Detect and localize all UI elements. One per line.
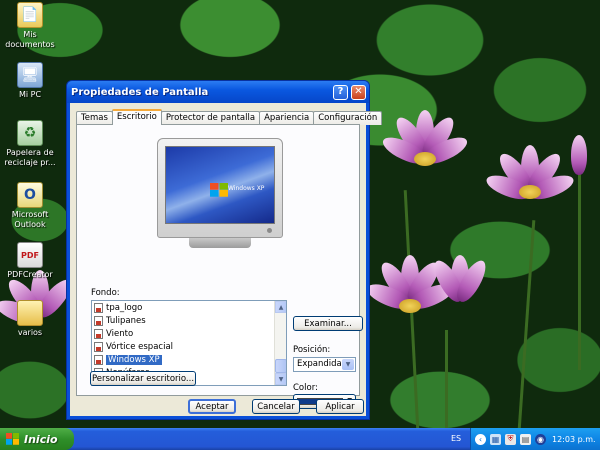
folder-icon	[17, 300, 43, 326]
preview-logo-text: Windows XP	[228, 185, 265, 192]
listbox-scrollbar[interactable]: ▲ ▼	[274, 301, 286, 385]
list-item[interactable]: Viento	[92, 327, 286, 340]
display-properties-window: Propiedades de Pantalla ? ✕ Temas Escrit…	[66, 80, 383, 420]
desktop-icon-papelera[interactable]: ♻ Papelera de reciclaje pr...	[0, 120, 60, 168]
tab-protector-de-pantalla[interactable]: Protector de pantalla	[160, 111, 261, 125]
outlook-icon: O	[17, 182, 43, 208]
antivirus-icon[interactable]: ◉	[535, 433, 546, 445]
windows-logo-icon	[6, 433, 19, 445]
list-item-label: Windows XP	[106, 354, 162, 365]
monitor-preview: Windows XP	[157, 138, 283, 238]
monitor-power-led	[267, 228, 272, 233]
ok-button[interactable]: Aceptar	[188, 399, 236, 414]
start-button[interactable]: Inicio	[0, 428, 74, 450]
list-item[interactable]: Tulipanes	[92, 314, 286, 327]
window-titlebar[interactable]: Propiedades de Pantalla ? ✕	[67, 81, 369, 103]
scroll-down-button[interactable]: ▼	[275, 373, 286, 385]
close-icon: ✕	[354, 86, 363, 97]
list-item-label: tpa_logo	[106, 302, 143, 313]
water-lily-flower	[379, 110, 471, 200]
triangle-down-icon: ▼	[278, 375, 284, 383]
my-computer-icon: 🖥	[17, 62, 43, 88]
dropdown-arrow-icon: ▼	[342, 359, 354, 370]
list-item[interactable]: Vórtice espacial	[92, 340, 286, 353]
printer-icon[interactable]: ▤	[520, 433, 531, 445]
navigation-arrow-icon[interactable]: ‹	[475, 433, 486, 445]
desktop-icon-label: Mi PC	[18, 90, 42, 99]
image-file-icon	[94, 354, 103, 365]
wallpaper-preview-screen: Windows XP	[165, 146, 275, 224]
position-value: Expandida	[297, 359, 342, 369]
image-file-icon	[94, 302, 103, 313]
desktop-icon-mi-pc[interactable]: 🖥 Mi PC	[0, 62, 60, 100]
recycle-bin-icon: ♻	[17, 120, 43, 146]
water-lily-flower	[425, 255, 495, 335]
desktop-icon-label: Papelera de reciclaje pr...	[4, 148, 56, 167]
cancel-button[interactable]: Cancelar	[252, 399, 300, 414]
lily-stem	[578, 170, 581, 370]
desktop-icon-label: varios	[17, 328, 43, 337]
desktop-icon-label: Microsoft Outlook	[11, 210, 49, 229]
language-indicator[interactable]: ES	[451, 434, 461, 443]
network-icon[interactable]: ▦	[490, 433, 501, 445]
list-item-selected[interactable]: Windows XP	[92, 353, 286, 366]
desktop-icon-outlook[interactable]: O Microsoft Outlook	[0, 182, 60, 230]
list-item[interactable]: tpa_logo	[92, 301, 286, 314]
start-label: Inicio	[24, 432, 58, 446]
pdf-creator-icon: PDF	[17, 242, 43, 268]
help-icon: ?	[337, 86, 344, 97]
water-lily-flower	[483, 145, 577, 225]
close-button[interactable]: ✕	[351, 84, 366, 100]
fondo-label: Fondo:	[91, 288, 120, 298]
tab-apariencia[interactable]: Apariencia	[259, 111, 315, 125]
tab-strip: Temas Escritorio Protector de pantalla A…	[76, 109, 383, 125]
desktop-icon-label: Mis documentos	[5, 30, 55, 49]
water-lily-bud	[565, 135, 595, 185]
image-file-icon	[94, 341, 103, 352]
window-title: Propiedades de Pantalla	[71, 86, 209, 98]
desktop-icon-mis-documentos[interactable]: 📄 Mis documentos	[0, 2, 60, 50]
folder-documents-icon: 📄	[17, 2, 43, 28]
escritorio-tab-panel: Windows XP Fondo: tpa_logo Tulipanes Vie…	[76, 124, 363, 409]
tab-escritorio[interactable]: Escritorio	[111, 109, 162, 125]
browse-button[interactable]: Examinar...	[293, 316, 363, 331]
window-client-area: Temas Escritorio Protector de pantalla A…	[70, 103, 383, 416]
list-item-label: Tulipanes	[106, 315, 146, 326]
security-shield-icon[interactable]: ⛨	[505, 433, 516, 445]
position-label: Posición:	[293, 345, 331, 355]
scroll-up-button[interactable]: ▲	[275, 301, 286, 313]
windows-logo-icon	[210, 183, 228, 197]
scroll-thumb[interactable]	[275, 359, 286, 373]
tab-configuracion[interactable]: Configuración	[313, 111, 383, 125]
image-file-icon	[94, 328, 103, 339]
image-file-icon	[94, 315, 103, 326]
lily-stem	[517, 220, 536, 428]
tab-temas[interactable]: Temas	[76, 111, 113, 125]
list-item-label: Vórtice espacial	[106, 341, 174, 352]
monitor-stand	[189, 238, 251, 248]
clock[interactable]: 12:03 p.m.	[552, 435, 596, 444]
taskbar: Inicio ES ‹ ▦ ⛨ ▤ ◉ 12:03 p.m.	[0, 428, 600, 450]
color-label: Color:	[293, 383, 318, 393]
triangle-up-icon: ▲	[278, 303, 284, 311]
desktop-icon-label: PDFCreator	[7, 270, 53, 279]
desktop-icon-pdfcreator[interactable]: PDF PDFCreator	[0, 242, 60, 280]
help-button[interactable]: ?	[333, 84, 348, 100]
position-dropdown[interactable]: Expandida ▼	[293, 357, 356, 372]
list-item-label: Viento	[106, 328, 134, 339]
system-tray: ES ‹ ▦ ⛨ ▤ ◉ 12:03 p.m.	[451, 428, 600, 450]
apply-button[interactable]: Aplicar	[316, 399, 364, 414]
desktop-icon-varios[interactable]: varios	[0, 300, 60, 338]
customize-desktop-button[interactable]: Personalizar escritorio...	[90, 371, 196, 386]
